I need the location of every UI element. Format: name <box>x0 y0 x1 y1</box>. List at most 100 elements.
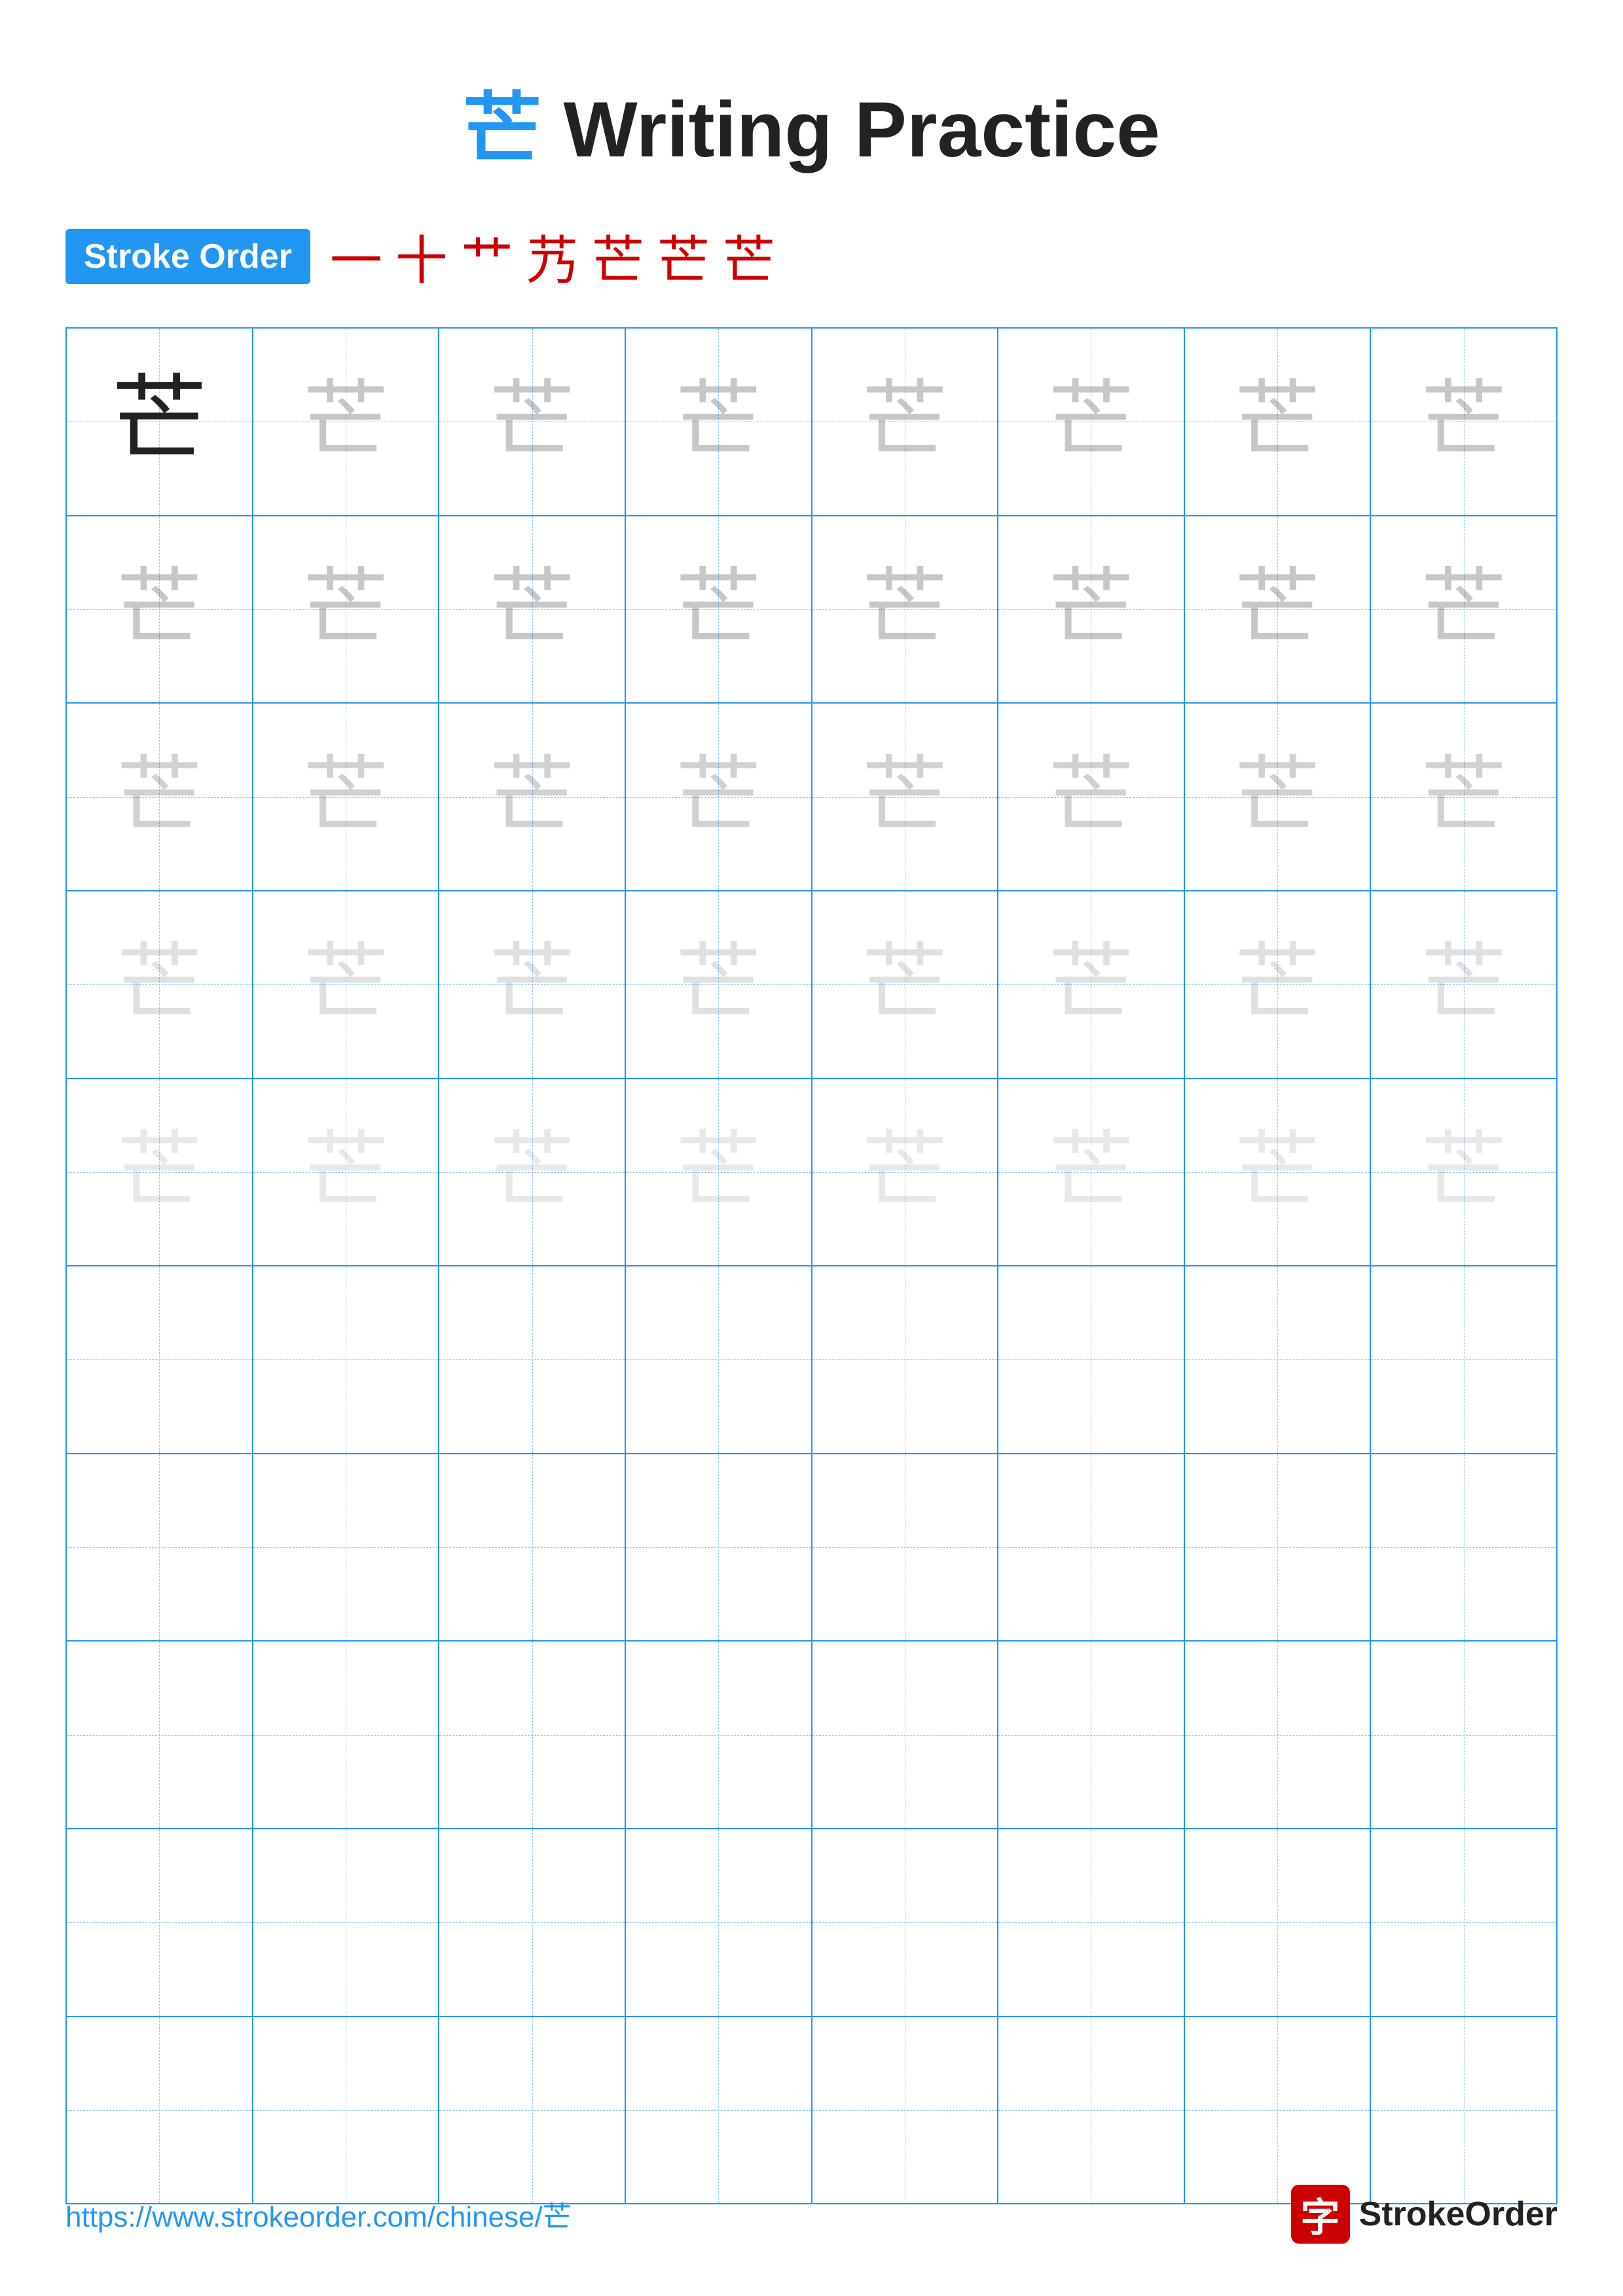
stroke-order-chars: 一 十 艹 艿 芒 芒 芒 <box>330 219 775 295</box>
grid-cell[interactable]: 芒 <box>253 1079 440 1266</box>
grid-cell[interactable] <box>998 1641 1185 1828</box>
grid-cell[interactable]: 芒 <box>1371 329 1556 515</box>
grid-cell[interactable] <box>67 1266 253 1453</box>
grid-cell[interactable] <box>253 1829 440 2016</box>
stroke-4: 艿 <box>526 219 579 295</box>
grid-cell[interactable]: 芒 <box>1185 704 1372 890</box>
grid-cell[interactable] <box>67 1641 253 1828</box>
grid-cell[interactable] <box>812 2017 999 2204</box>
grid-cell[interactable] <box>1185 1454 1372 1641</box>
char-faded: 芒 <box>862 567 947 652</box>
char-faded: 芒 <box>303 1130 388 1215</box>
grid-cell[interactable]: 芒 <box>812 516 999 703</box>
grid-row-10 <box>67 2017 1556 2204</box>
grid-cell[interactable]: 芒 <box>998 516 1185 703</box>
grid-cell[interactable] <box>812 1266 999 1453</box>
char-faded: 芒 <box>676 379 761 464</box>
grid-cell[interactable]: 芒 <box>253 891 440 1078</box>
grid-cell[interactable] <box>439 1454 626 1641</box>
grid-cell[interactable]: 芒 <box>1371 891 1556 1078</box>
grid-cell[interactable]: 芒 <box>626 704 812 890</box>
grid-cell[interactable] <box>812 1829 999 2016</box>
grid-cell[interactable] <box>1371 1266 1556 1453</box>
grid-cell[interactable]: 芒 <box>1371 516 1556 703</box>
grid-cell[interactable]: 芒 <box>439 704 626 890</box>
grid-cell[interactable]: 芒 <box>67 516 253 703</box>
grid-cell[interactable] <box>998 1829 1185 2016</box>
grid-cell[interactable] <box>1371 1454 1556 1641</box>
grid-cell[interactable] <box>439 1266 626 1453</box>
grid-cell[interactable] <box>253 1641 440 1828</box>
grid-cell[interactable] <box>253 1454 440 1641</box>
char-faded: 芒 <box>117 755 202 840</box>
grid-cell[interactable] <box>626 2017 812 2204</box>
grid-cell[interactable] <box>439 1829 626 2016</box>
grid-cell[interactable]: 芒 <box>812 891 999 1078</box>
grid-cell[interactable]: 芒 <box>253 704 440 890</box>
grid-cell[interactable] <box>253 1266 440 1453</box>
grid-cell[interactable] <box>439 1641 626 1828</box>
grid-cell[interactable]: 芒 <box>439 891 626 1078</box>
grid-cell[interactable]: 芒 <box>1185 891 1372 1078</box>
grid-cell[interactable]: 芒 <box>67 891 253 1078</box>
grid-cell[interactable] <box>253 2017 440 2204</box>
grid-row-6 <box>67 1266 1556 1454</box>
grid-cell[interactable]: 芒 <box>1371 1079 1556 1266</box>
stroke-3: 艹 <box>461 219 513 295</box>
grid-cell[interactable] <box>1185 1829 1372 2016</box>
grid-cell[interactable] <box>626 1454 812 1641</box>
grid-cell[interactable]: 芒 <box>67 1079 253 1266</box>
grid-cell[interactable] <box>1371 1641 1556 1828</box>
char-faded: 芒 <box>1235 755 1320 840</box>
grid-cell[interactable]: 芒 <box>812 704 999 890</box>
grid-cell[interactable]: 芒 <box>626 516 812 703</box>
grid-cell[interactable] <box>1371 2017 1556 2204</box>
grid-cell[interactable]: 芒 <box>1185 1079 1372 1266</box>
grid-cell[interactable] <box>998 1266 1185 1453</box>
grid-cell[interactable] <box>626 1266 812 1453</box>
grid-cell[interactable]: 芒 <box>1185 516 1372 703</box>
grid-cell[interactable]: 芒 <box>439 329 626 515</box>
char-faded: 芒 <box>1048 1130 1133 1215</box>
grid-cell[interactable] <box>1185 2017 1372 2204</box>
grid-cell[interactable]: 芒 <box>253 329 440 515</box>
grid-cell[interactable] <box>812 1454 999 1641</box>
grid-cell[interactable]: 芒 <box>1185 329 1372 515</box>
grid-cell[interactable]: 芒 <box>998 1079 1185 1266</box>
grid-cell[interactable]: 芒 <box>626 1079 812 1266</box>
grid-cell[interactable]: 芒 <box>626 891 812 1078</box>
stroke-7: 芒 <box>723 219 775 295</box>
char-faded: 芒 <box>676 755 761 840</box>
grid-cell[interactable] <box>998 2017 1185 2204</box>
grid-cell[interactable]: 芒 <box>812 329 999 515</box>
grid-cell[interactable] <box>67 2017 253 2204</box>
grid-cell[interactable]: 芒 <box>998 891 1185 1078</box>
char-faded: 芒 <box>1048 379 1133 464</box>
grid-cell[interactable]: 芒 <box>439 1079 626 1266</box>
grid-cell[interactable]: 芒 <box>998 329 1185 515</box>
grid-cell[interactable] <box>626 1829 812 2016</box>
grid-cell[interactable] <box>998 1454 1185 1641</box>
grid-cell[interactable]: 芒 <box>253 516 440 703</box>
grid-cell[interactable]: 芒 <box>998 704 1185 890</box>
char-faded: 芒 <box>490 567 575 652</box>
char-faded: 芒 <box>862 755 947 840</box>
grid-cell[interactable] <box>1185 1641 1372 1828</box>
char-faded: 芒 <box>117 1130 202 1215</box>
grid-cell[interactable] <box>67 1829 253 2016</box>
grid-cell[interactable]: 芒 <box>812 1079 999 1266</box>
grid-cell[interactable] <box>439 2017 626 2204</box>
footer: https://www.strokeorder.com/chinese/芒 字 … <box>65 2185 1558 2244</box>
grid-cell[interactable] <box>626 1641 812 1828</box>
grid-cell[interactable]: 芒 <box>1371 704 1556 890</box>
grid-cell[interactable] <box>812 1641 999 1828</box>
grid-cell[interactable]: 芒 <box>439 516 626 703</box>
grid-cell[interactable] <box>1185 1266 1372 1453</box>
grid-cell[interactable]: 芒 <box>67 704 253 890</box>
char-faded: 芒 <box>676 942 761 1027</box>
char-faded: 芒 <box>1048 755 1133 840</box>
grid-cell[interactable] <box>1371 1829 1556 2016</box>
grid-cell[interactable] <box>67 1454 253 1641</box>
grid-cell[interactable]: 芒 <box>67 329 253 515</box>
grid-cell[interactable]: 芒 <box>626 329 812 515</box>
